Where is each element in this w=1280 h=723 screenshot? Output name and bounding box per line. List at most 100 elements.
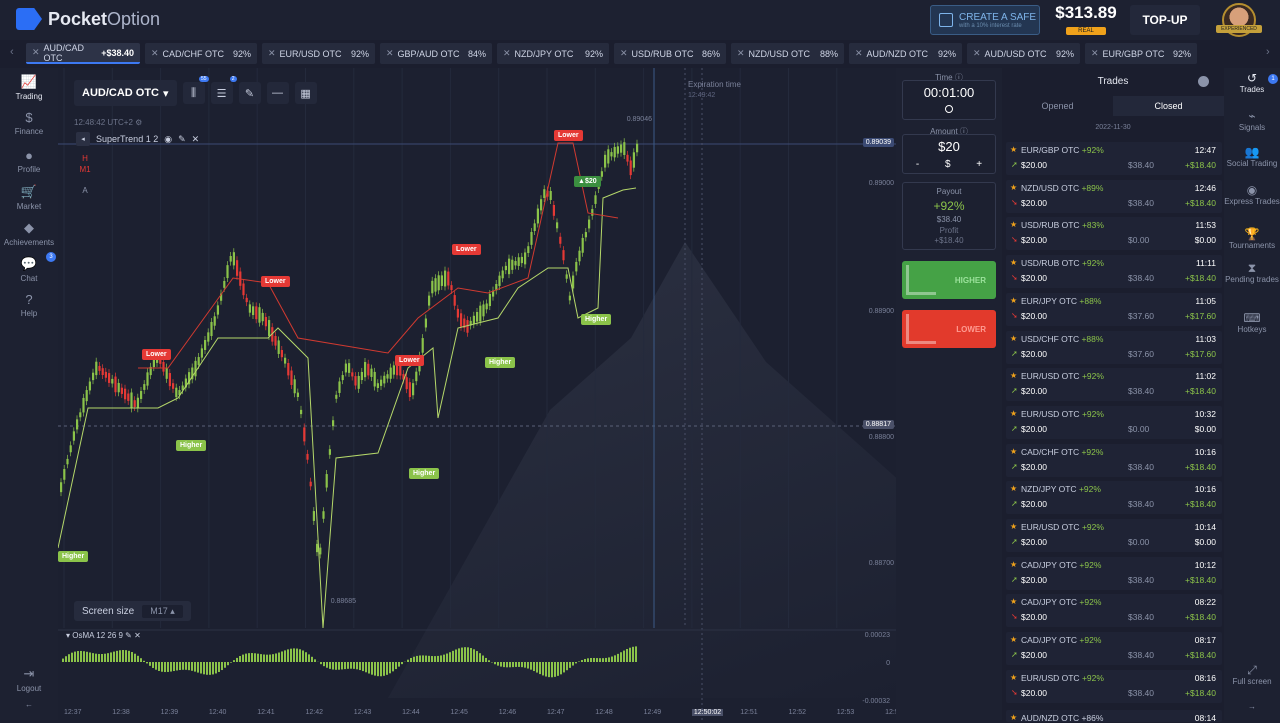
ticker-right-arrow-icon[interactable]: › [1266, 46, 1270, 58]
sidebar-item-logout[interactable]: ⇥Logout [0, 666, 58, 693]
list-item[interactable]: ★CAD/JPY OTC +92%➚$20.00$38.4008:17+$18.… [1006, 632, 1222, 665]
sidebar-item-signals[interactable]: ⌁Signals [1224, 112, 1280, 132]
indicators-button[interactable]: ☰2 [211, 82, 233, 104]
sidebar-item-trades[interactable]: ↺Trades1 [1224, 74, 1280, 94]
amount-plus-button[interactable]: + [976, 159, 982, 170]
ticker-item[interactable]: ✕EUR/USD OTC92% [262, 43, 375, 64]
sidebar-item-market[interactable]: 🛒Market [0, 184, 58, 211]
tab-opened[interactable]: Opened [1002, 96, 1113, 116]
create-safe-button[interactable]: CREATE A SAFE with a 10% interest rate [930, 5, 1040, 35]
close-icon[interactable]: ✕ [151, 48, 159, 59]
tab-closed[interactable]: Closed [1113, 96, 1224, 116]
layout-button[interactable]: ▦ [295, 82, 317, 104]
sidebar-item-full-screen[interactable]: ⤢Full screen [1224, 666, 1280, 686]
close-icon[interactable]: ✕ [855, 48, 863, 59]
trade-payout: $38.40 [1128, 575, 1154, 585]
sidebar-item-social-trading[interactable]: 👥Social Trading [1224, 148, 1280, 168]
pair-selector[interactable]: AUD/CAD OTC▾ [74, 80, 177, 106]
price-chart[interactable] [58, 68, 896, 720]
list-item[interactable]: ★USD/CHF OTC +88%➚$20.00$37.6011:03+$17.… [1006, 331, 1222, 364]
list-item[interactable]: ★USD/RUB OTC +83%➘$20.00$0.0011:53$0.00 [1006, 217, 1222, 250]
ticker-left-arrow-icon[interactable]: ‹ [10, 46, 14, 58]
ticker-item[interactable]: ✕NZD/USD OTC88% [731, 43, 844, 64]
ticker-item[interactable]: ✕EUR/GBP OTC92% [1085, 43, 1197, 64]
sidebar-item-achievements[interactable]: ◆Achievements [0, 220, 58, 247]
chart-area[interactable]: AUD/CAD OTC▾ ⫼55 ☰2 ✎ — ▦ 12:48:42 UTC+2… [58, 68, 896, 720]
sidebar-item-pending-trades[interactable]: ⧗Pending trades [1224, 264, 1280, 284]
expand-arrow-icon[interactable]: → [1224, 702, 1280, 711]
time-selector[interactable]: 00:01:00 [902, 80, 996, 120]
list-item[interactable]: ★ AUD/NZD OTC +86% 08:14 [1006, 710, 1222, 722]
ticker-item[interactable]: ✕GBP/AUD OTC84% [380, 43, 492, 64]
edit-icon[interactable]: ✎ [178, 134, 186, 145]
gear-icon[interactable]: ⚙ [135, 118, 142, 127]
list-item[interactable]: ★NZD/JPY OTC +92%➚$20.00$38.4010:16+$18.… [1006, 481, 1222, 514]
close-icon[interactable]: ✕ [1091, 48, 1099, 59]
sidebar-item-express-trades[interactable]: ◉Express Trades [1224, 186, 1280, 206]
ticker-item[interactable]: ✕CAD/CHF OTC92% [145, 43, 257, 64]
sidebar-item-chat[interactable]: 💬Chat3 [0, 256, 58, 283]
close-icon[interactable]: ✕ [620, 48, 628, 59]
currency-toggle[interactable]: $ [945, 159, 951, 170]
screen-size-value[interactable]: M17 ▴ [142, 605, 183, 618]
osma-bar [419, 655, 421, 662]
sidebar-item-tournaments[interactable]: 🏆Tournaments [1224, 230, 1280, 250]
close-icon[interactable]: ✕ [268, 48, 276, 59]
collapse-icon[interactable]: ◂ [76, 132, 90, 146]
amount-selector[interactable]: $20 - $ + [902, 134, 996, 174]
draw-tool-h[interactable]: H [76, 154, 94, 163]
list-item[interactable]: ★EUR/USD OTC +92%➚$20.00$0.0010:14$0.00 [1006, 519, 1222, 552]
draw-tool-m1[interactable]: M1 [76, 165, 94, 174]
list-item[interactable]: ★EUR/JPY OTC +88%➘$20.00$37.6011:05+$17.… [1006, 293, 1222, 326]
screen-size-control[interactable]: Screen size M17 ▴ [74, 601, 191, 621]
ticker-item[interactable]: ✕AUD/CAD OTC+$38.40 [26, 43, 140, 64]
logo[interactable]: PocketOption [16, 8, 160, 30]
close-icon[interactable]: ✕ [192, 134, 200, 145]
balance-display[interactable]: $313.89 REAL [1050, 3, 1122, 35]
list-item[interactable]: ★EUR/USD OTC +92%➘$20.00$38.4008:16+$18.… [1006, 670, 1222, 703]
sidebar-item-trading[interactable]: 📈Trading [0, 74, 58, 101]
candle [326, 474, 328, 487]
ticker-item[interactable]: ✕AUD/USD OTC92% [967, 43, 1080, 64]
ticker-item[interactable]: ✕AUD/NZD OTC92% [849, 43, 962, 64]
close-icon[interactable]: ✕ [503, 48, 511, 59]
amount-minus-button[interactable]: - [916, 159, 919, 170]
ticker-item[interactable]: ✕NZD/JPY OTC92% [497, 43, 609, 64]
ticker-item[interactable]: ✕USD/RUB OTC86% [614, 43, 726, 64]
sidebar-item-help[interactable]: ?Help [0, 292, 58, 318]
collapse-arrow-icon[interactable]: ← [0, 700, 58, 709]
lower-button[interactable]: LOWER [902, 310, 996, 348]
sidebar-item-hotkeys[interactable]: ⌨Hotkeys [1224, 314, 1280, 334]
osma-bar [182, 662, 184, 670]
signal-icon: ⌁ [1224, 112, 1280, 121]
close-icon[interactable]: ✕ [32, 47, 40, 58]
list-item[interactable]: ★EUR/USD OTC +92%➚$20.00$0.0010:32$0.00 [1006, 406, 1222, 439]
open-trade-tag[interactable]: ▲$20 [574, 176, 601, 187]
sidebar-item-finance[interactable]: $Finance [0, 110, 58, 136]
draw-tool-a[interactable]: A [76, 186, 94, 195]
list-item[interactable]: ★CAD/JPY OTC +92%➚$20.00$38.4010:12+$18.… [1006, 557, 1222, 590]
list-item[interactable]: ★USD/RUB OTC +92%➘$20.00$38.4011:11+$18.… [1006, 255, 1222, 288]
toggle-icon[interactable] [1198, 76, 1209, 87]
list-item[interactable]: ★NZD/USD OTC +89%➘$20.00$38.4012:46+$18.… [1006, 180, 1222, 213]
close-icon[interactable]: ✕ [737, 48, 745, 59]
osma-bar [374, 662, 376, 676]
payout-amount: $38.40 [903, 215, 995, 224]
list-item[interactable]: ★CAD/CHF OTC +92%➚$20.00$38.4010:16+$18.… [1006, 444, 1222, 477]
higher-button[interactable]: HIGHER [902, 261, 996, 299]
balance-value: $313.89 [1050, 3, 1122, 23]
list-item[interactable]: ★EUR/USD OTC +92%➚$20.00$38.4011:02+$18.… [1006, 368, 1222, 401]
osma-bar [92, 653, 94, 662]
list-item[interactable]: ★EUR/GBP OTC +92%➚$20.00$38.4012:47+$18.… [1006, 142, 1222, 175]
chart-type-button[interactable]: ⫼55 [183, 82, 205, 104]
topup-button[interactable]: TOP-UP [1130, 5, 1200, 35]
list-item[interactable]: ★CAD/JPY OTC +92%➘$20.00$38.4008:22+$18.… [1006, 594, 1222, 627]
line-button[interactable]: — [267, 82, 289, 104]
drawing-button[interactable]: ✎ [239, 82, 261, 104]
osma-bar [626, 649, 628, 662]
close-icon[interactable]: ✕ [973, 48, 981, 59]
sidebar-item-profile[interactable]: ●Profile [0, 148, 58, 174]
eye-icon[interactable]: ◉ [164, 134, 172, 145]
candle [425, 319, 427, 328]
close-icon[interactable]: ✕ [386, 48, 394, 59]
